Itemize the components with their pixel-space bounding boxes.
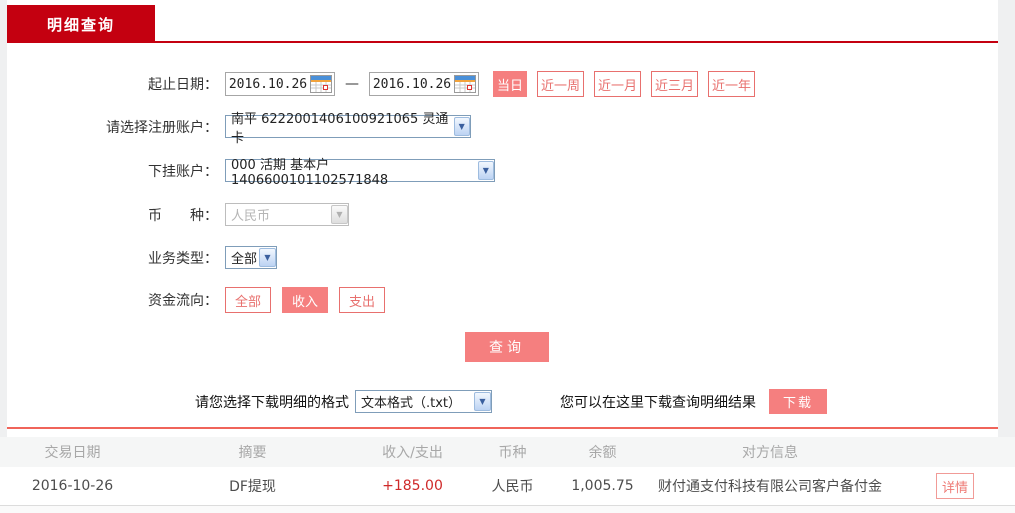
results-table: 交易日期 摘要 收入/支出 币种 余额 对方信息 2016-10-26 DF提现… bbox=[0, 437, 1015, 513]
cell-summary: DF提现 bbox=[229, 479, 276, 495]
section-divider bbox=[7, 427, 998, 429]
header-summary: 摘要 bbox=[238, 445, 267, 461]
download-format-value: 文本格式（.txt） bbox=[361, 396, 462, 411]
currency-label: 币 种： bbox=[148, 207, 218, 224]
sub-account-row: 下挂账户： 000 活期 基本户 1406600101102571848 ▼ bbox=[7, 158, 495, 188]
content-panel: 明细查询 起止日期： 2016.10.26 — 2016.10.26 当日 近一… bbox=[7, 0, 998, 437]
chevron-down-icon: ▼ bbox=[474, 392, 491, 411]
date-separator: — bbox=[345, 76, 359, 92]
end-date-value[interactable]: 2016.10.26 bbox=[370, 77, 454, 92]
currency-select: 人民币 ▼ bbox=[225, 203, 349, 226]
chevron-down-icon: ▼ bbox=[331, 205, 348, 224]
header-balance: 余额 bbox=[588, 445, 617, 461]
header-currency: 币种 bbox=[498, 445, 527, 461]
sub-account-select[interactable]: 000 活期 基本户 1406600101102571848 ▼ bbox=[225, 158, 495, 188]
detail-button[interactable]: 详情 bbox=[936, 473, 974, 499]
business-type-label: 业务类型： bbox=[148, 250, 218, 267]
download-format-select[interactable]: 文本格式（.txt） ▼ bbox=[355, 390, 492, 413]
chevron-down-icon: ▼ bbox=[259, 248, 276, 267]
currency-row: 币 种： 人民币 ▼ bbox=[7, 203, 349, 226]
sub-account-label: 下挂账户： bbox=[148, 163, 218, 180]
business-type-row: 业务类型： 全部 ▼ bbox=[7, 246, 277, 269]
table-header: 交易日期 摘要 收入/支出 币种 余额 对方信息 bbox=[0, 437, 1015, 467]
date-range-row: 起止日期： 2016.10.26 — 2016.10.26 当日 近一周 近一月… bbox=[7, 70, 755, 98]
download-button[interactable]: 下载 bbox=[769, 389, 827, 414]
download-format-label: 请您选择下载明细的格式 bbox=[195, 394, 349, 411]
tab-bar: 明细查询 bbox=[7, 0, 998, 43]
register-account-label: 请选择注册账户： bbox=[106, 119, 218, 136]
header-date: 交易日期 bbox=[44, 445, 101, 461]
calendar-icon[interactable] bbox=[310, 75, 332, 93]
fund-flow-income-button[interactable]: 收入 bbox=[282, 287, 328, 313]
chevron-down-icon: ▼ bbox=[477, 161, 494, 180]
date-range-label: 起止日期： bbox=[148, 77, 218, 93]
header-amount: 收入/支出 bbox=[382, 445, 443, 461]
currency-value: 人民币 bbox=[231, 209, 271, 224]
download-row: 请您选择下载明细的格式 文本格式（.txt） ▼ 您可以在这里下载查询明细结果 … bbox=[195, 389, 827, 414]
query-button[interactable]: 查询 bbox=[465, 332, 549, 362]
start-date-value[interactable]: 2016.10.26 bbox=[226, 77, 310, 92]
fund-flow-row: 资金流向： 全部 收入 支出 bbox=[7, 287, 385, 313]
calendar-icon[interactable] bbox=[454, 75, 476, 93]
range-quarter-button[interactable]: 近三月 bbox=[651, 71, 698, 97]
sub-account-value: 000 活期 基本户 1406600101102571848 bbox=[231, 157, 389, 188]
table-footer bbox=[0, 506, 1015, 513]
cell-amount: +185.00 bbox=[382, 478, 443, 494]
register-account-select[interactable]: 南平 6222001406100921065 灵通卡 ▼ bbox=[225, 112, 471, 146]
start-date-input[interactable]: 2016.10.26 bbox=[225, 72, 335, 96]
header-counterparty: 对方信息 bbox=[742, 445, 798, 461]
cell-counterparty: 财付通支付科技有限公司客户备付金 bbox=[658, 479, 882, 495]
fund-flow-expense-button[interactable]: 支出 bbox=[339, 287, 385, 313]
end-date-input[interactable]: 2016.10.26 bbox=[369, 72, 479, 96]
cell-currency: 人民币 bbox=[491, 479, 534, 495]
fund-flow-label: 资金流向： bbox=[148, 293, 218, 309]
business-type-select[interactable]: 全部 ▼ bbox=[225, 246, 277, 269]
tab-detail-query[interactable]: 明细查询 bbox=[7, 5, 155, 43]
register-account-value: 南平 6222001406100921065 灵通卡 bbox=[231, 111, 449, 146]
cell-balance: 1,005.75 bbox=[571, 478, 634, 494]
range-month-button[interactable]: 近一月 bbox=[594, 71, 641, 97]
register-account-row: 请选择注册账户： 南平 6222001406100921065 灵通卡 ▼ bbox=[7, 112, 471, 146]
chevron-down-icon: ▼ bbox=[453, 117, 470, 136]
download-hint: 您可以在这里下载查询明细结果 bbox=[560, 394, 756, 411]
cell-date: 2016-10-26 bbox=[31, 478, 114, 494]
business-type-value: 全部 bbox=[231, 252, 258, 267]
table-row: 2016-10-26 DF提现 +185.00 人民币 1,005.75 财付通… bbox=[0, 467, 1015, 506]
range-year-button[interactable]: 近一年 bbox=[708, 71, 755, 97]
range-today-button[interactable]: 当日 bbox=[493, 71, 527, 97]
range-week-button[interactable]: 近一周 bbox=[537, 71, 584, 97]
fund-flow-all-button[interactable]: 全部 bbox=[225, 287, 271, 313]
